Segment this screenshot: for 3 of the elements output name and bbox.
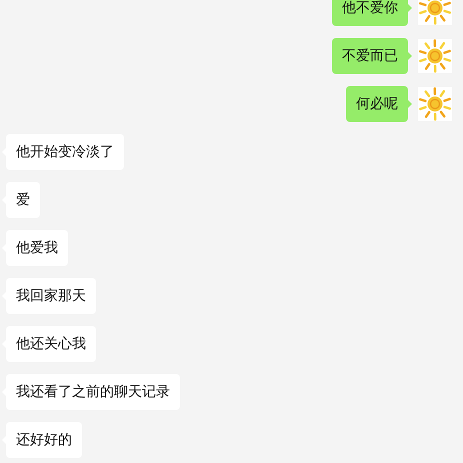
sun-icon [418,0,452,25]
sun-icon [418,87,452,121]
sun-icon [418,39,452,73]
